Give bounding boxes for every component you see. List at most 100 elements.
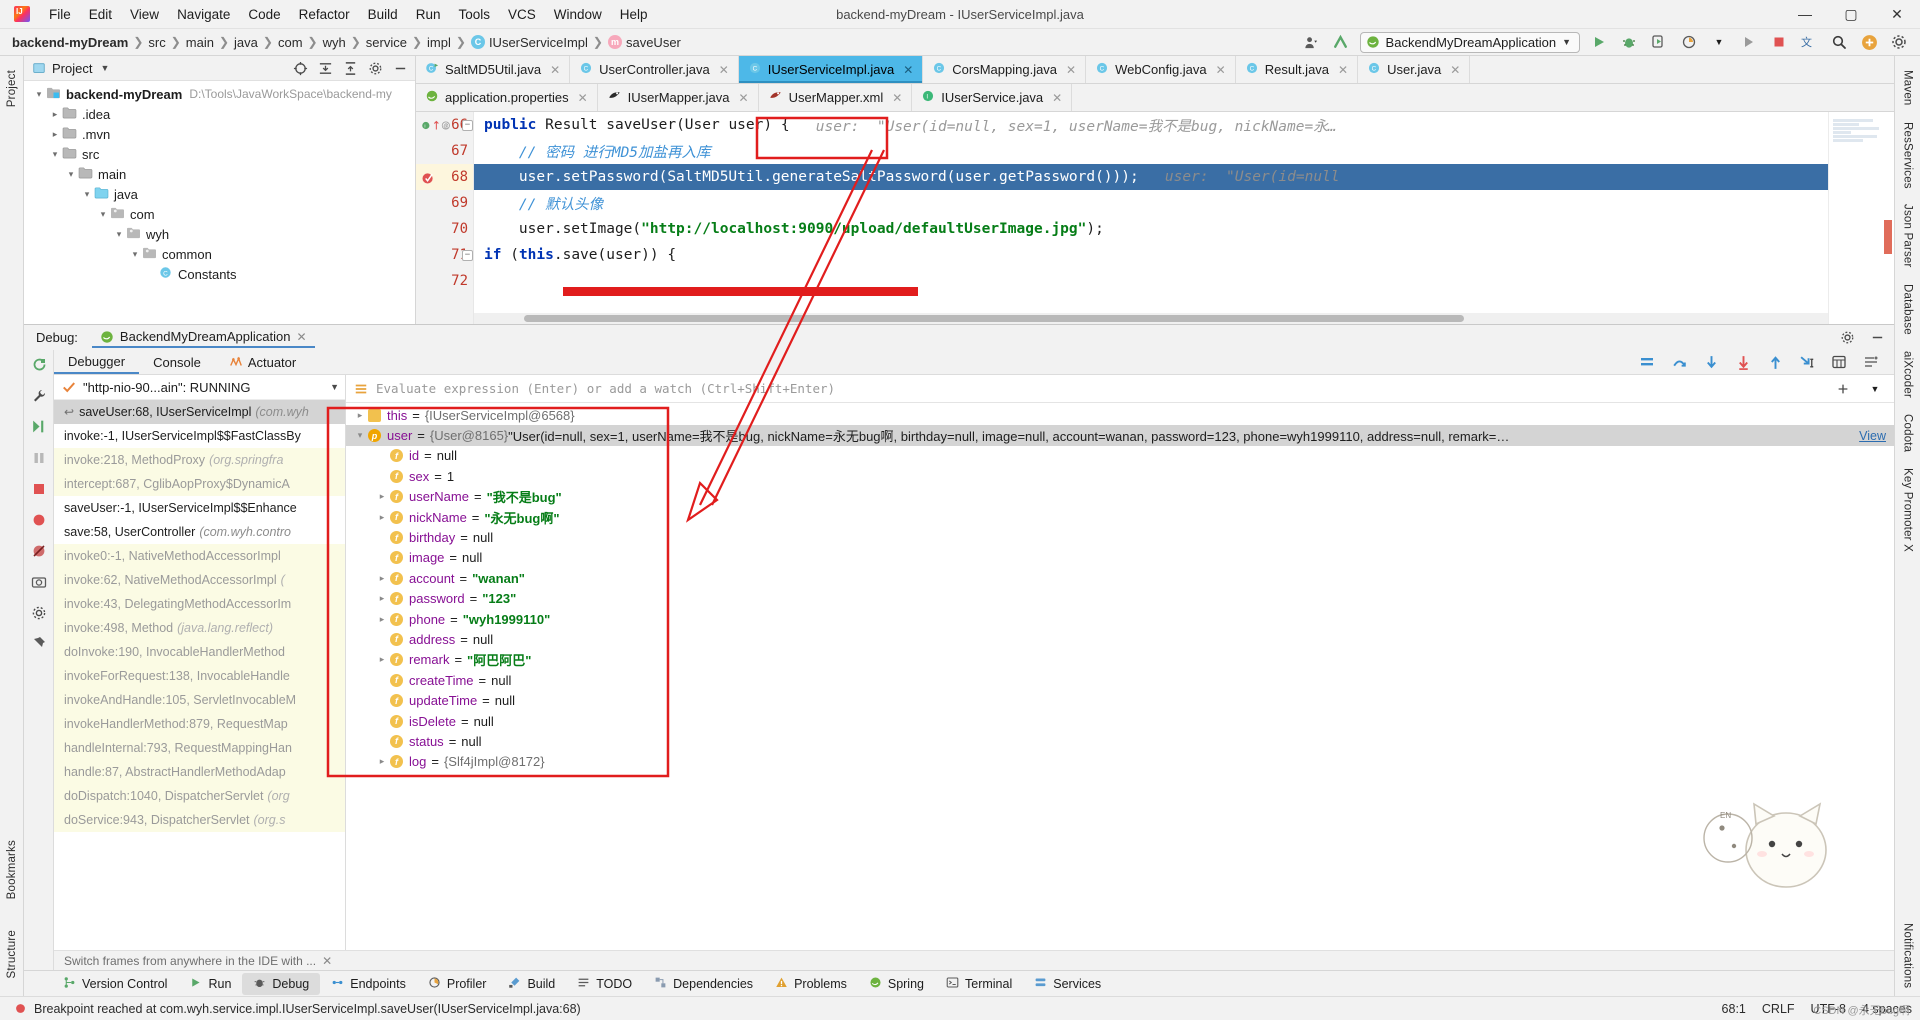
variable-row-birthday[interactable]: f birthday = null: [346, 527, 1894, 547]
variable-row-this[interactable]: ▸ this = {IUserServiceImpl@6568}: [346, 405, 1894, 425]
variable-row-status[interactable]: f status = null: [346, 731, 1894, 751]
frame-item[interactable]: handle:87, AbstractHandlerMethodAdap: [54, 760, 345, 784]
editor-tab-userjava[interactable]: C User.java ✕: [1358, 56, 1471, 83]
variable-expand-arrow-icon[interactable]: ▸: [352, 410, 368, 421]
debug-button[interactable]: [1618, 32, 1640, 53]
menu-view[interactable]: View: [121, 4, 168, 25]
editor-tab-iuserservicejava[interactable]: I IUserService.java ✕: [912, 84, 1073, 111]
variable-row-account[interactable]: ▸ f account = "wanan": [346, 568, 1894, 588]
editor-gutter[interactable]: I @66 67 68 69 70 71 72− −: [416, 112, 474, 324]
tree-expand-arrow-icon[interactable]: ▾: [32, 89, 46, 100]
variable-expand-arrow-icon[interactable]: ▾: [352, 430, 368, 441]
tree-node-com[interactable]: ▾ com: [24, 204, 415, 224]
tool-button-aixcoder[interactable]: aiXcoder: [1902, 343, 1914, 406]
menu-edit[interactable]: Edit: [80, 4, 121, 25]
bottom-tab-terminal[interactable]: Terminal: [935, 973, 1023, 995]
breadcrumb[interactable]: backend-myDream ❯ src ❯ main ❯ java ❯ co…: [12, 35, 681, 50]
force-step-into-icon[interactable]: [1732, 352, 1754, 373]
view-value-link[interactable]: View: [1853, 428, 1886, 443]
tree-expand-arrow-icon[interactable]: ▾: [64, 169, 78, 180]
debug-tabs[interactable]: Debugger Console Actuator: [54, 350, 1894, 375]
gutter-marks[interactable]: I @: [421, 119, 451, 132]
variable-row-createTime[interactable]: f createTime = null: [346, 670, 1894, 690]
implementing-method-icon[interactable]: I: [421, 119, 431, 132]
frame-item[interactable]: invokeHandlerMethod:879, RequestMap: [54, 712, 345, 736]
breakpoint-icon[interactable]: [421, 170, 436, 185]
variable-row-isDelete[interactable]: f isDelete = null: [346, 711, 1894, 731]
frame-item[interactable]: handleInternal:793, RequestMappingHan: [54, 736, 345, 760]
stop-program-icon[interactable]: [28, 478, 50, 499]
code-line-68[interactable]: user.setPassword(SaltMD5Util.generateSal…: [474, 164, 1828, 190]
thread-selector[interactable]: "http-nio-90...ain": RUNNING ▼: [54, 375, 345, 400]
evaluate-expression-placeholder[interactable]: Evaluate expression (Enter) or add a wat…: [376, 381, 835, 396]
edit-configuration-wrench-icon[interactable]: [28, 385, 50, 406]
user-account-icon[interactable]: [1300, 32, 1322, 53]
tree-expand-arrow-icon[interactable]: ▾: [112, 229, 126, 240]
bottom-tab-versioncontrol[interactable]: Version Control: [52, 973, 178, 995]
menu-build[interactable]: Build: [359, 4, 407, 25]
tool-button-project[interactable]: Project: [6, 62, 18, 115]
gutter-line-68[interactable]: 68: [416, 164, 473, 190]
tool-button-codota[interactable]: Codota: [1902, 406, 1914, 460]
drop-frame-icon[interactable]: ↩: [64, 405, 74, 419]
tree-node-main[interactable]: ▾ main: [24, 164, 415, 184]
code-line-67[interactable]: // 密码 进行MD5加盐再入库: [474, 138, 1828, 164]
frame-item[interactable]: saveUser:-1, IUserServiceImpl$$Enhance: [54, 496, 345, 520]
run-with-coverage-button[interactable]: [1648, 32, 1670, 53]
view-breakpoints-icon[interactable]: [28, 509, 50, 530]
editor-tab-corsmappingjava[interactable]: C CorsMapping.java ✕: [923, 56, 1087, 83]
screenshot-icon[interactable]: [28, 571, 50, 592]
run-button[interactable]: [1588, 32, 1610, 53]
variable-expand-arrow-icon[interactable]: ▸: [374, 573, 390, 584]
frame-item[interactable]: save:58, UserController (com.wyh.contro: [54, 520, 345, 544]
variable-expand-arrow-icon[interactable]: ▸: [374, 614, 390, 625]
frame-item[interactable]: invokeForRequest:138, InvocableHandle: [54, 664, 345, 688]
code-line-70[interactable]: user.setImage("http://localhost:9090/upl…: [474, 216, 1828, 242]
collapse-all-icon[interactable]: [339, 58, 361, 79]
variable-expand-arrow-icon[interactable]: ▸: [374, 512, 390, 523]
tree-node-wyh[interactable]: ▾ wyh: [24, 224, 415, 244]
frame-item[interactable]: doInvoke:190, InvocableHandlerMethod: [54, 640, 345, 664]
tree-node-common[interactable]: ▾ common: [24, 244, 415, 264]
variable-row-log[interactable]: ▸ f log = {Slf4jImpl@8172}: [346, 752, 1894, 772]
variables-tree[interactable]: ▸ this = {IUserServiceImpl@6568} ▾ p user = {Use…: [346, 403, 1894, 950]
add-plugin-icon[interactable]: [1858, 32, 1880, 53]
expand-all-icon[interactable]: [314, 58, 336, 79]
gutter-marks[interactable]: [421, 170, 451, 185]
maximize-button[interactable]: ▢: [1828, 0, 1874, 29]
menu-code[interactable]: Code: [239, 4, 289, 25]
breadcrumb-project[interactable]: backend-myDream: [12, 35, 128, 50]
close-icon[interactable]: ✕: [719, 63, 729, 77]
close-icon[interactable]: ✕: [1066, 63, 1076, 77]
debug-tab-actuator[interactable]: Actuator: [215, 352, 310, 373]
breadcrumb-class[interactable]: IUserServiceImpl: [489, 35, 588, 50]
variable-row-phone[interactable]: ▸ f phone = "wyh1999110": [346, 609, 1894, 629]
line-separator[interactable]: CRLF: [1762, 1002, 1795, 1016]
tree-expand-arrow-icon[interactable]: ▾: [96, 209, 110, 220]
code-line-71[interactable]: if (this .save(user)) {: [474, 242, 1828, 268]
gutter-line-70[interactable]: 70: [416, 216, 473, 242]
breadcrumb-item-wyh[interactable]: wyh: [323, 35, 346, 50]
debug-tab-console[interactable]: Console: [139, 352, 215, 373]
tool-button-maven[interactable]: Maven: [1902, 62, 1914, 114]
window-controls[interactable]: — ▢ ✕: [1782, 0, 1920, 29]
bottom-tab-services[interactable]: Services: [1023, 973, 1112, 995]
step-into-icon[interactable]: [1700, 352, 1722, 373]
bottom-tab-problems[interactable]: Problems: [764, 973, 858, 995]
chevron-down-icon[interactable]: ▼: [330, 382, 339, 392]
close-icon[interactable]: ✕: [550, 63, 560, 77]
add-watch-icon[interactable]: [1832, 378, 1854, 399]
editor-tab-row-2[interactable]: application.properties ✕ IUserMapper.java ✕…: [416, 84, 1894, 112]
variable-row-sex[interactable]: f sex = 1: [346, 466, 1894, 486]
debug-settings-icon[interactable]: [28, 602, 50, 623]
settings-layout-icon[interactable]: [1860, 352, 1882, 373]
bottom-tab-run[interactable]: Run: [178, 973, 242, 995]
close-icon[interactable]: ✕: [322, 954, 332, 968]
variable-expand-arrow-icon[interactable]: ▸: [374, 654, 390, 665]
editor-tab-iusermapperjava[interactable]: IUserMapper.java ✕: [597, 84, 759, 111]
frame-item[interactable]: doService:943, DispatcherServlet (org.s: [54, 808, 345, 832]
editor-horizontal-scrollbar[interactable]: [474, 313, 1828, 324]
breadcrumb-item-service[interactable]: service: [366, 35, 407, 50]
close-icon[interactable]: ✕: [578, 91, 588, 105]
debug-session-tab[interactable]: BackendMyDreamApplication ✕: [91, 327, 315, 348]
